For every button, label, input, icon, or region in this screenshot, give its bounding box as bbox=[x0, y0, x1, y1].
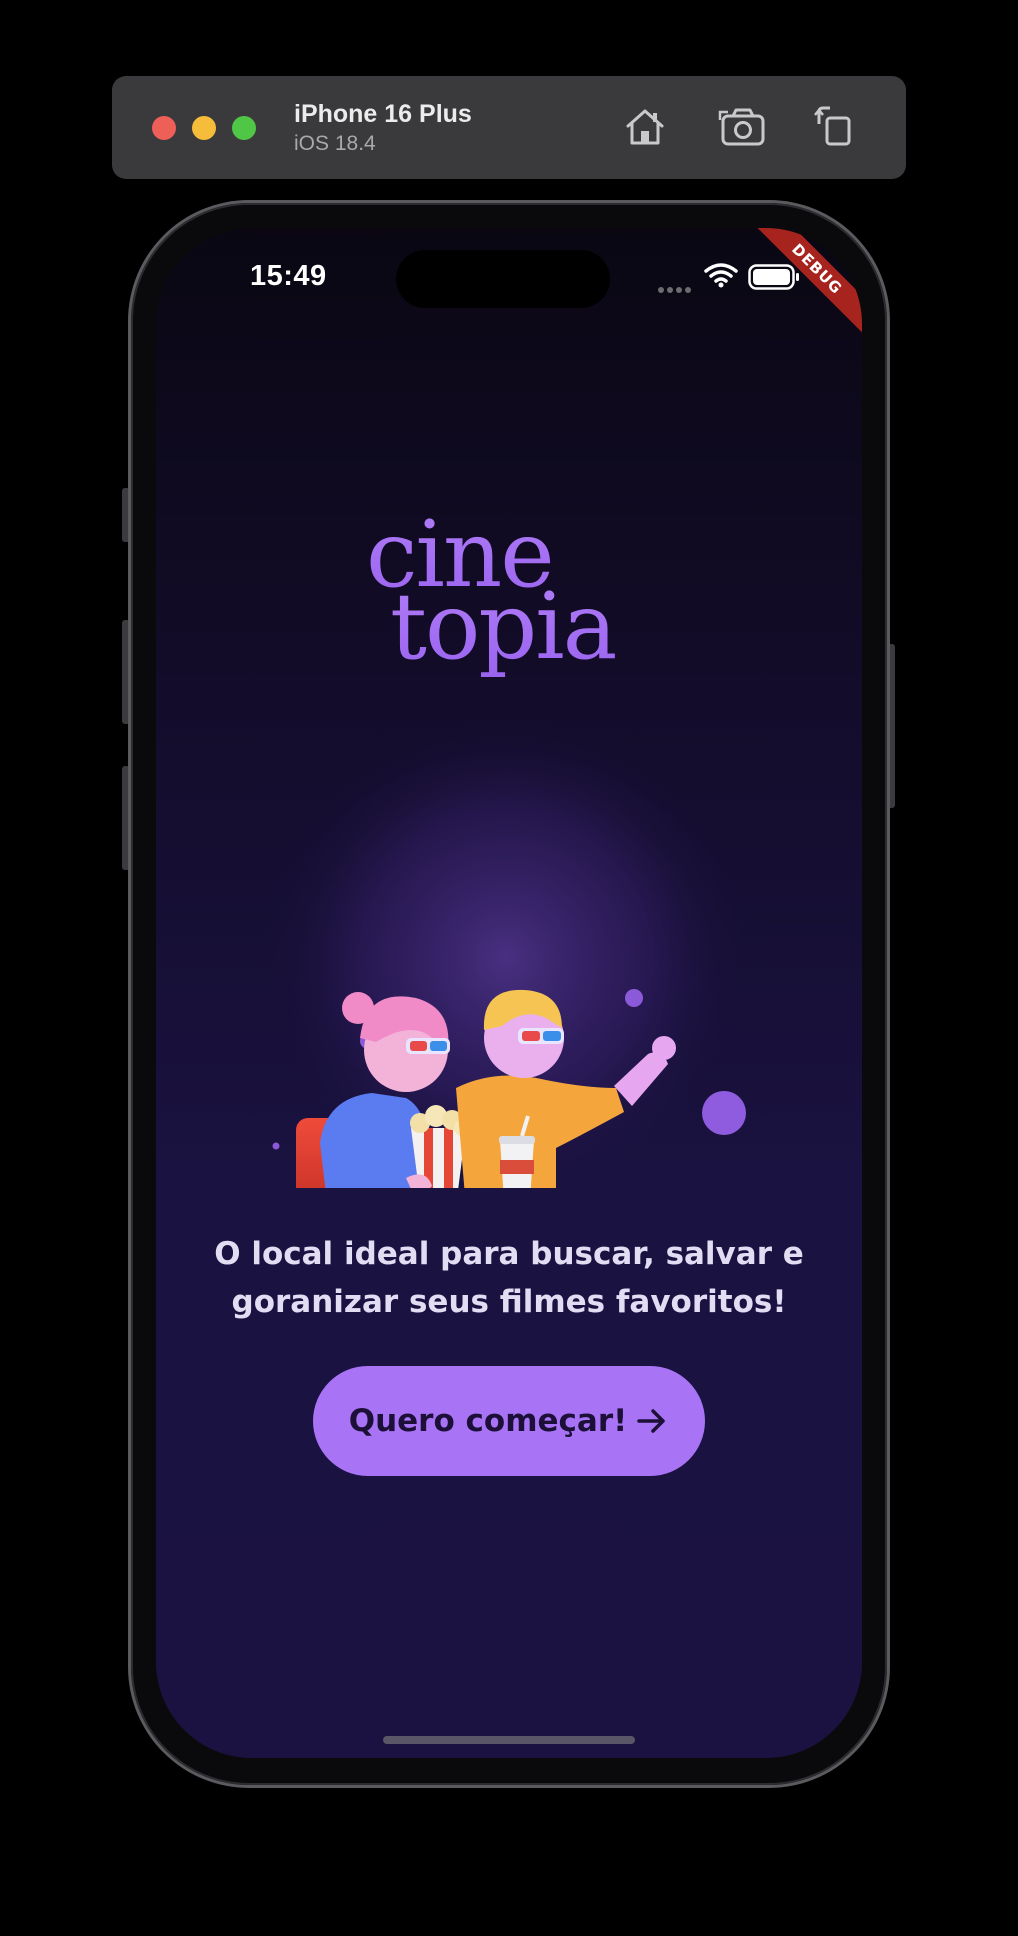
tagline: O local ideal para buscar, salvar e gora… bbox=[214, 1236, 804, 1320]
logo-line-topia: topia bbox=[390, 573, 616, 680]
device-os-version: iOS 18.4 bbox=[294, 132, 376, 155]
arrow-right-icon bbox=[637, 1409, 666, 1433]
volume-up-button bbox=[122, 620, 130, 724]
home-icon bbox=[626, 109, 664, 145]
cinetopia-logo: cine topia bbox=[366, 506, 618, 680]
bubble bbox=[702, 1091, 746, 1135]
hero-illustration bbox=[266, 718, 746, 1188]
dynamic-island bbox=[396, 250, 610, 308]
wifi-icon bbox=[704, 263, 738, 288]
home-button[interactable] bbox=[620, 102, 670, 152]
minimize-window-button[interactable] bbox=[192, 116, 216, 140]
zoom-window-button[interactable] bbox=[232, 116, 256, 140]
simulator-toolbar: iPhone 16 Plus iOS 18.4 bbox=[112, 76, 906, 179]
volume-down-button bbox=[122, 766, 130, 870]
close-window-button[interactable] bbox=[152, 116, 176, 140]
screenshot-icon bbox=[718, 108, 765, 146]
mute-switch bbox=[122, 488, 130, 542]
bubble bbox=[625, 989, 643, 1007]
device-name: iPhone 16 Plus bbox=[294, 100, 472, 128]
battery-icon bbox=[748, 264, 799, 290]
get-started-label: Quero começar! bbox=[348, 1403, 628, 1439]
home-indicator[interactable] bbox=[383, 1736, 635, 1744]
bubble bbox=[272, 1142, 280, 1150]
simulator-stage: iPhone 16 Plus iOS 18.4 15:49 DEBUG cine… bbox=[0, 0, 1018, 1936]
status-time: 15:49 bbox=[250, 260, 327, 292]
get-started-button[interactable]: Quero começar! bbox=[313, 1366, 705, 1476]
screenshot-button[interactable] bbox=[718, 102, 768, 152]
rotate-icon bbox=[814, 106, 851, 146]
power-button bbox=[887, 644, 895, 808]
app-screen: 15:49 DEBUG cine topia O local ideal par… bbox=[156, 228, 862, 1758]
cellular-icon bbox=[658, 280, 694, 298]
rotate-button[interactable] bbox=[810, 102, 860, 152]
